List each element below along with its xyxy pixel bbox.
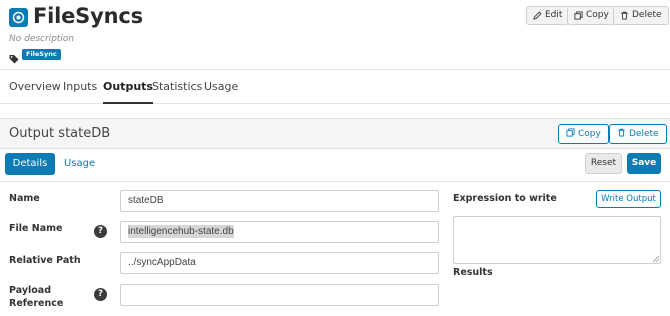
file-name-input[interactable]: intelligencehub-state.db [120, 221, 439, 243]
copy-icon [574, 11, 583, 20]
write-output-button[interactable]: Write Output [596, 190, 661, 208]
edit-label: Edit [545, 10, 563, 20]
relative-path-value: ../syncAppData [128, 257, 196, 268]
output-delete-button[interactable]: Delete [609, 124, 667, 144]
tab-statistics[interactable]: Statistics [152, 80, 202, 93]
reset-button[interactable]: Reset [585, 153, 622, 174]
tab-outputs[interactable]: Outputs [103, 80, 153, 104]
payload-reference-label-line1: Payload [9, 285, 52, 296]
name-value: stateDB [128, 195, 164, 206]
output-delete-label: Delete [629, 129, 659, 139]
payload-reference-label-line2: Reference [9, 298, 64, 309]
edit-icon [533, 11, 542, 20]
file-name-value: intelligencehub-state.db [128, 225, 234, 238]
payload-reference-help-icon[interactable]: ? [94, 288, 107, 301]
tag-badge[interactable]: FileSync [22, 49, 61, 60]
tab-overview[interactable]: Overview [9, 80, 61, 93]
name-input[interactable]: stateDB [120, 190, 439, 212]
results-label: Results [453, 267, 493, 278]
page-description: No description [9, 34, 75, 44]
relative-path-input[interactable]: ../syncAppData [120, 252, 439, 274]
payload-reference-label: Payload Reference [9, 284, 63, 310]
file-name-label: File Name [9, 223, 63, 234]
name-label: Name [9, 193, 40, 204]
app-logo-icon [9, 8, 28, 27]
expression-label: Expression to write [453, 193, 557, 204]
output-panel-header: Output stateDB Copy Delete [0, 118, 670, 149]
output-copy-label: Copy [578, 129, 601, 139]
copy-button[interactable]: Copy [567, 6, 616, 25]
trash-icon [617, 128, 626, 140]
trash-icon [620, 11, 629, 20]
expression-textarea[interactable] [453, 216, 661, 264]
app-header: FileSyncs No description FileSync Edit C… [0, 0, 670, 70]
output-title: Output stateDB [9, 126, 111, 141]
tab-inputs[interactable]: Inputs [63, 80, 97, 93]
relative-path-label: Relative Path [9, 255, 81, 266]
subtab-details[interactable]: Details [5, 153, 55, 175]
output-copy-button[interactable]: Copy [558, 124, 609, 144]
subtab-usage[interactable]: Usage [64, 158, 95, 169]
delete-button[interactable]: Delete [613, 6, 669, 25]
tab-usage[interactable]: Usage [204, 80, 238, 93]
copy-icon [566, 128, 575, 140]
sub-tab-bar: Details Usage Reset Save [0, 149, 670, 182]
page-title: FileSyncs [33, 4, 143, 28]
file-name-help-icon[interactable]: ? [94, 225, 107, 238]
copy-label: Copy [586, 10, 609, 20]
tag-icon [9, 49, 19, 68]
edit-button[interactable]: Edit [526, 6, 570, 25]
main-tabs: Overview Inputs Outputs Statistics Usage [0, 70, 670, 104]
resize-grip-icon[interactable] [653, 256, 659, 262]
delete-label: Delete [632, 10, 662, 20]
save-button[interactable]: Save [627, 153, 661, 174]
payload-reference-input[interactable] [120, 284, 439, 306]
